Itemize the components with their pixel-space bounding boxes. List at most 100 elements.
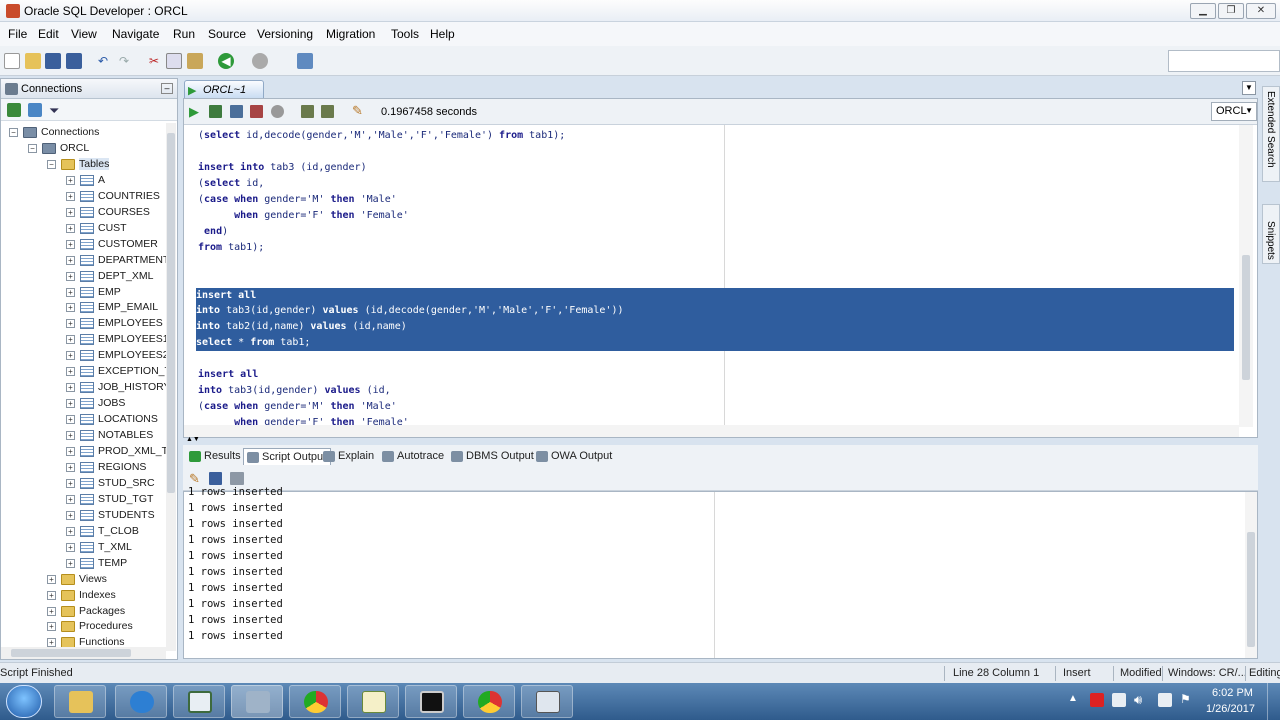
chrome-taskbar-button[interactable] xyxy=(289,685,341,718)
sqldeveloper-taskbar-button[interactable] xyxy=(231,685,283,718)
tree-node-folder[interactable]: + Indexes xyxy=(1,588,166,603)
code-line[interactable]: insert into tab3 (id,gender) xyxy=(198,160,367,176)
tree-node-table[interactable]: + JOB_HISTORY xyxy=(1,380,166,395)
scrollbar-thumb[interactable] xyxy=(1247,532,1255,647)
expand-icon[interactable]: + xyxy=(66,383,75,392)
tree-node-folder[interactable]: + Procedures xyxy=(1,619,166,634)
expand-icon[interactable]: + xyxy=(66,224,75,233)
expand-icon[interactable]: + xyxy=(66,479,75,488)
autotrace-icon[interactable] xyxy=(321,105,334,118)
expand-icon[interactable]: + xyxy=(47,607,56,616)
tree-node-table[interactable]: + DEPT_XML xyxy=(1,269,166,284)
tree-node-table[interactable]: + STUDENTS xyxy=(1,508,166,523)
tree-node-table[interactable]: + JOBS xyxy=(1,396,166,411)
sql-worksheet-icon[interactable] xyxy=(297,53,313,69)
code-line[interactable]: into tab3(id,gender) values (id, xyxy=(198,383,391,399)
notepad-taskbar-button[interactable] xyxy=(347,685,399,718)
back-navigate-icon[interactable]: ◀ xyxy=(218,53,234,69)
flag-tray-icon[interactable]: ⚑ xyxy=(1180,692,1191,706)
expand-icon[interactable]: + xyxy=(66,288,75,297)
show-desktop-button[interactable] xyxy=(1267,683,1280,720)
output-vertical-scrollbar[interactable] xyxy=(1245,492,1257,658)
selected-code-line[interactable]: select * from tab1; xyxy=(196,335,1234,352)
start-button[interactable] xyxy=(6,685,42,718)
run-script-icon[interactable] xyxy=(209,105,222,118)
menu-source[interactable]: Source xyxy=(208,27,246,41)
forward-navigate-icon[interactable] xyxy=(252,53,268,69)
clock-date[interactable]: 1/26/2017 xyxy=(1206,703,1255,715)
cmd-taskbar-button[interactable] xyxy=(405,685,457,718)
expand-icon[interactable]: + xyxy=(66,351,75,360)
code-line[interactable]: (select id,decode(gender,'M','Male','F',… xyxy=(198,128,565,144)
tab-autotrace[interactable]: Autotrace xyxy=(379,448,448,465)
tree-node-table[interactable]: + COUNTRIES xyxy=(1,189,166,204)
tree-node-table[interactable]: + T_XML xyxy=(1,540,166,555)
selected-code-line[interactable]: into tab2(id,name) values (id,name) xyxy=(196,319,1234,336)
run-statement-icon[interactable]: ▶ xyxy=(189,104,199,120)
add-connection-icon[interactable] xyxy=(7,103,21,117)
tree-node-table[interactable]: + EXCEPTION_TE xyxy=(1,364,166,379)
save-all-icon[interactable] xyxy=(66,53,82,69)
tree-vertical-scrollbar[interactable] xyxy=(166,123,176,651)
expand-icon[interactable]: + xyxy=(47,575,56,584)
tree-node-orcl[interactable]: − ORCL xyxy=(1,141,166,156)
editor-horizontal-scrollbar[interactable] xyxy=(184,425,1239,437)
code-line[interactable]: (select id, xyxy=(198,176,264,192)
tree-node-table[interactable]: + EMP_EMAIL xyxy=(1,300,166,315)
tree-node-table[interactable]: + STUD_TGT xyxy=(1,492,166,507)
scrollbar-thumb[interactable] xyxy=(1242,255,1250,380)
redo-icon[interactable]: ↷ xyxy=(116,53,132,69)
maximize-button[interactable]: ❐ xyxy=(1218,3,1244,19)
commit-icon[interactable] xyxy=(230,105,243,118)
power-tray-icon[interactable] xyxy=(1158,693,1172,707)
open-folder-icon[interactable] xyxy=(25,53,41,69)
expand-icon[interactable]: + xyxy=(66,559,75,568)
tab-dbms-output[interactable]: DBMS Output xyxy=(448,448,538,465)
collapse-icon[interactable]: − xyxy=(28,144,37,153)
ie-taskbar-button[interactable] xyxy=(115,685,167,718)
menu-versioning[interactable]: Versioning xyxy=(257,27,313,41)
tree-node-table[interactable]: + EMPLOYEES xyxy=(1,316,166,331)
editor-vertical-scrollbar[interactable] xyxy=(1239,125,1253,427)
side-tab-snippets[interactable]: Snippets xyxy=(1262,204,1280,264)
selected-code-line[interactable]: into tab3(id,gender) values (id,decode(g… xyxy=(196,303,1234,320)
tree-horizontal-scrollbar[interactable] xyxy=(1,647,166,659)
scrollbar-thumb[interactable] xyxy=(11,649,131,657)
code-line[interactable]: insert all xyxy=(198,367,258,383)
expand-icon[interactable]: + xyxy=(66,319,75,328)
rollback-icon[interactable] xyxy=(250,105,263,118)
tree-node-table[interactable]: + STUD_SRC xyxy=(1,476,166,491)
minimize-panel-button[interactable]: – xyxy=(161,83,173,94)
tab-owa-output[interactable]: OWA Output xyxy=(533,448,616,465)
expand-icon[interactable]: + xyxy=(66,463,75,472)
expand-icon[interactable]: + xyxy=(47,622,56,631)
tree-node-table[interactable]: + T_CLOB xyxy=(1,524,166,539)
app-taskbar-button[interactable] xyxy=(173,685,225,718)
code-area[interactable]: (select id,decode(gender,'M','Male','F',… xyxy=(184,125,1239,427)
expand-icon[interactable]: + xyxy=(47,638,56,647)
expand-icon[interactable]: + xyxy=(66,176,75,185)
expand-icon[interactable]: + xyxy=(66,415,75,424)
chrome2-taskbar-button[interactable] xyxy=(463,685,515,718)
acrobat-tray-icon[interactable] xyxy=(1090,693,1104,707)
connection-select[interactable]: ORCL ▼ xyxy=(1211,102,1257,121)
search-field[interactable] xyxy=(1168,50,1280,72)
tab-results[interactable]: Results xyxy=(186,448,245,465)
connections-tab-label[interactable]: Connections xyxy=(21,83,82,95)
code-line[interactable]: (case when gender='M' then 'Male' xyxy=(198,192,397,208)
tree-node-table[interactable]: + A xyxy=(1,173,166,188)
copy-icon[interactable] xyxy=(166,53,182,69)
expand-icon[interactable]: + xyxy=(66,208,75,217)
close-button[interactable]: ✕ xyxy=(1246,3,1276,19)
panel-splitter[interactable]: ▲▼ xyxy=(183,436,1258,445)
expand-icon[interactable]: + xyxy=(66,272,75,281)
tree-node-table[interactable]: + DEPARTMENTS xyxy=(1,253,166,268)
tree-node-table[interactable]: + NOTABLES xyxy=(1,428,166,443)
menu-file[interactable]: File xyxy=(8,27,27,41)
tree-node-table[interactable]: + CUSTOMER xyxy=(1,237,166,252)
network-tray-icon[interactable] xyxy=(1112,693,1126,707)
expand-icon[interactable]: + xyxy=(66,543,75,552)
filter-icon[interactable]: ⏷ xyxy=(49,103,59,119)
menu-run[interactable]: Run xyxy=(173,27,195,41)
minimize-button[interactable]: ▁ xyxy=(1190,3,1216,19)
